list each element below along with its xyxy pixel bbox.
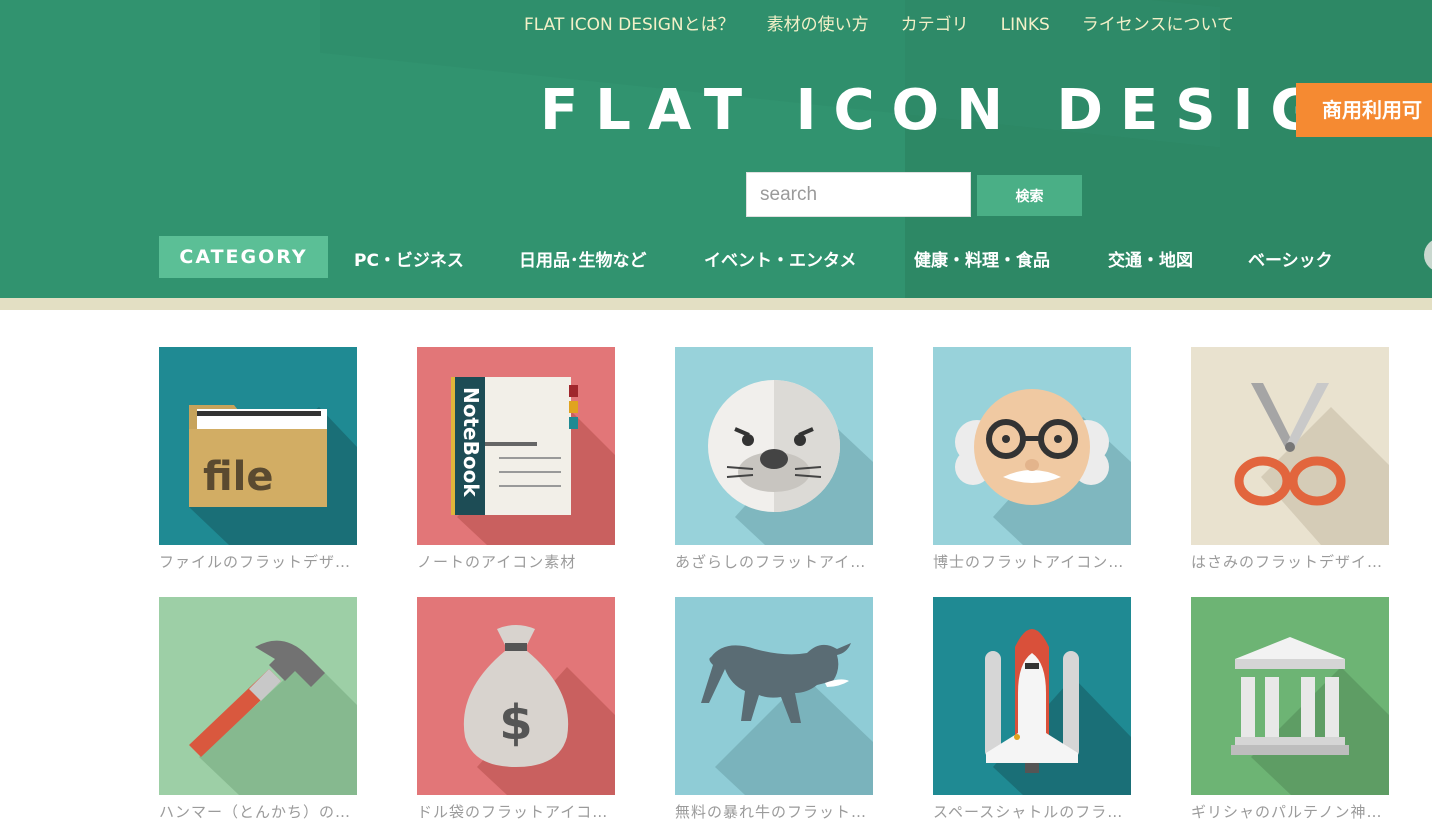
category-daily-goods[interactable]: 日用品･生物など (519, 246, 647, 271)
topnav-links-link[interactable]: LINKS (985, 12, 1066, 38)
scissors-icon (1191, 347, 1389, 545)
notebook-cover-text: NoteBook (459, 387, 483, 497)
topnav-category-link[interactable]: カテゴリ (885, 12, 985, 38)
bull-icon (675, 597, 873, 795)
category-pc-business[interactable]: PC・ビジネス (354, 246, 464, 271)
icon-thumbnail[interactable]: file (159, 347, 357, 545)
icon-thumbnail[interactable] (159, 597, 357, 795)
icon-caption[interactable]: ドル袋のフラットアイコ… (417, 803, 615, 821)
icon-card-space-shuttle[interactable]: スペースシャトルのフラ… (933, 597, 1131, 821)
icon-caption[interactable]: はさみのフラットデザイ… (1191, 553, 1389, 571)
icon-caption[interactable]: 無料の暴れ牛のフラット… (675, 803, 873, 821)
seal-icon (675, 347, 873, 545)
file-folder-icon: file (159, 347, 357, 545)
category-event-entertainment[interactable]: イベント・エンタメ (704, 246, 857, 271)
icon-caption[interactable]: 博士のフラットアイコン… (933, 553, 1131, 571)
space-shuttle-icon (933, 597, 1131, 795)
icon-card-parthenon[interactable]: ギリシャのパルテノン神… (1191, 597, 1389, 821)
hammer-icon (159, 597, 357, 795)
icon-thumbnail[interactable]: NoteBook (417, 347, 615, 545)
icon-thumbnail[interactable]: $ (417, 597, 615, 795)
icon-thumbnail[interactable] (1191, 347, 1389, 545)
icon-thumbnail[interactable] (1191, 597, 1389, 795)
icon-card-bull[interactable]: 無料の暴れ牛のフラット… (675, 597, 873, 821)
icon-card-file[interactable]: file ファイルのフラットデザ… (159, 347, 357, 571)
file-label: file (203, 454, 274, 500)
header-divider-band (0, 298, 1432, 310)
topnav-usage-link[interactable]: 素材の使い方 (751, 12, 885, 38)
icon-caption[interactable]: あざらしのフラットアイ… (675, 553, 873, 571)
parthenon-icon (1191, 597, 1389, 795)
search-input[interactable] (746, 172, 971, 217)
icon-thumbnail[interactable] (675, 347, 873, 545)
category-health-food[interactable]: 健康・料理・食品 (914, 246, 1050, 271)
category-label: CATEGORY (159, 236, 328, 278)
icon-card-seal[interactable]: あざらしのフラットアイ… (675, 347, 873, 571)
icon-caption[interactable]: ノートのアイコン素材 (417, 553, 615, 571)
category-traffic-map[interactable]: 交通・地図 (1108, 246, 1193, 271)
icon-card-money-bag[interactable]: $ ドル袋のフラットアイコ… (417, 597, 615, 821)
professor-icon (933, 347, 1131, 545)
dollar-sign-icon: $ (499, 695, 532, 751)
icon-card-professor[interactable]: 博士のフラットアイコン… (933, 347, 1131, 571)
icon-caption[interactable]: ギリシャのパルテノン神… (1191, 803, 1389, 821)
icon-caption[interactable]: ハンマー（とんかち）の… (159, 803, 357, 821)
icon-caption[interactable]: ファイルのフラットデザ… (159, 553, 357, 571)
icon-card-scissors[interactable]: はさみのフラットデザイ… (1191, 347, 1389, 571)
site-title[interactable]: FLAT ICON DESIGN (540, 78, 1397, 144)
search-button[interactable]: 検索 (977, 175, 1082, 216)
category-navigation: CATEGORY (159, 236, 328, 278)
icon-thumbnail[interactable] (933, 597, 1131, 795)
commercial-use-badge: 商用利用可 (1296, 83, 1432, 137)
topnav-license-link[interactable]: ライセンスについて (1066, 12, 1250, 38)
icon-card-hammer[interactable]: ハンマー（とんかち）の… (159, 597, 357, 821)
icon-thumbnail[interactable] (675, 597, 873, 795)
top-navigation: FLAT ICON DESIGNとは？ 素材の使い方 カテゴリ LINKS ライ… (508, 12, 1250, 38)
notebook-icon: NoteBook (417, 347, 615, 545)
topnav-about-link[interactable]: FLAT ICON DESIGNとは？ (508, 12, 751, 38)
icon-thumbnail[interactable] (933, 347, 1131, 545)
site-header: FLAT ICON DESIGNとは？ 素材の使い方 カテゴリ LINKS ライ… (0, 0, 1432, 298)
icon-caption[interactable]: スペースシャトルのフラ… (933, 803, 1131, 821)
category-basic[interactable]: ベーシック (1248, 246, 1333, 271)
icon-card-notebook[interactable]: NoteBook ノートのアイコン素材 (417, 347, 615, 571)
money-bag-icon: $ (417, 597, 615, 795)
